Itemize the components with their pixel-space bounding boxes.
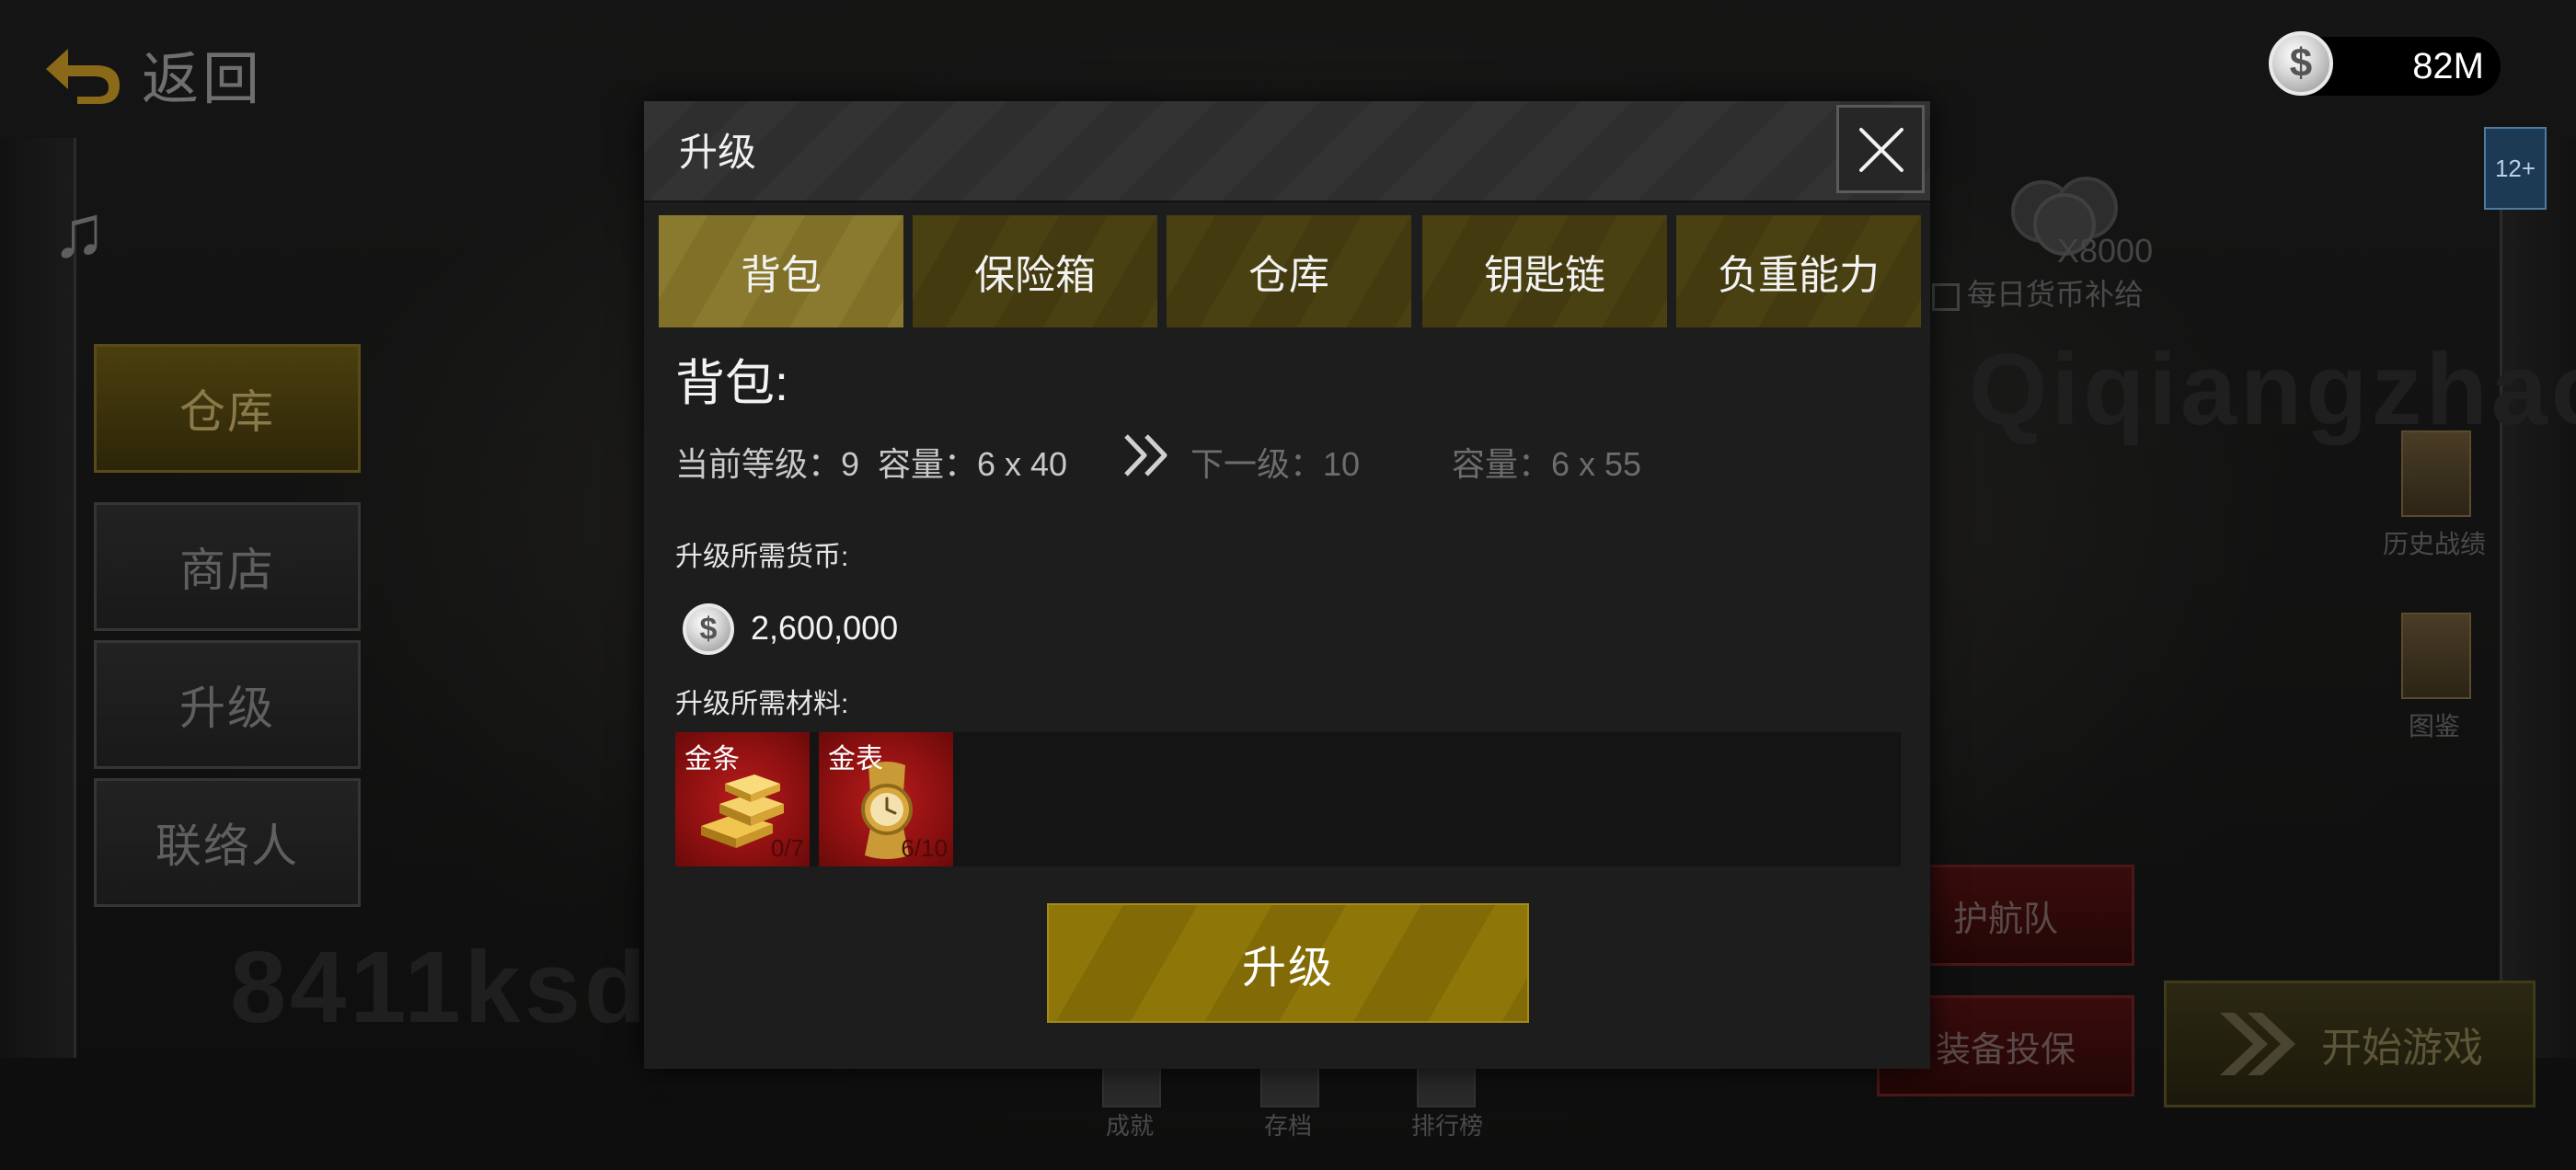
history-label: 历史战绩	[2383, 530, 2487, 558]
tab-carry-capacity[interactable]: 负重能力	[1676, 215, 1921, 327]
catalog-label: 图鉴	[2409, 712, 2461, 740]
current-capacity: 容量：6 x 40	[878, 445, 1068, 483]
back-arrow-icon	[46, 49, 120, 104]
video-icon	[1932, 282, 1960, 311]
side-menu-label: 商店	[179, 545, 275, 596]
side-menu-label: 联络人	[155, 820, 299, 872]
tab-label: 仓库	[1248, 253, 1329, 298]
current-level: 当前等级：9	[675, 445, 860, 483]
tab-warehouse[interactable]: 仓库	[1167, 215, 1411, 327]
tab-safe-box[interactable]: 保险箱	[913, 215, 1157, 327]
section-title: 背包:	[675, 356, 789, 411]
tab-keychain[interactable]: 钥匙链	[1422, 215, 1667, 327]
tab-label: 负重能力	[1718, 253, 1880, 298]
upgrade-cost: 2,600,000	[751, 609, 899, 647]
tab-label: 钥匙链	[1484, 253, 1605, 298]
side-menu-shop[interactable]: 商店	[94, 502, 361, 631]
upgrade-button-label: 升级	[1241, 944, 1334, 992]
tab-label: 保险箱	[974, 253, 1096, 298]
material-name: 金表	[828, 744, 883, 774]
next-level: 下一级：10	[1190, 445, 1361, 483]
right-frame-decoration	[2500, 138, 2576, 1058]
catalog-scroll-icon[interactable]	[2401, 613, 2471, 699]
side-menu-contacts[interactable]: 联络人	[94, 778, 361, 907]
dialog-header: 升级	[644, 101, 1930, 202]
required-currency-label: 升级所需货币:	[675, 542, 849, 572]
age-rating-badge: 12+	[2484, 127, 2547, 210]
music-icon[interactable]: ♫	[52, 195, 107, 269]
dialog-title: 升级	[679, 131, 757, 174]
history-scroll-icon[interactable]	[2401, 430, 2471, 517]
bottom-nav-saves[interactable]: 存档	[1264, 1107, 1312, 1141]
next-capacity: 容量：6 x 55	[1452, 445, 1642, 483]
coin-icon: $	[2269, 31, 2333, 96]
side-menu-warehouse[interactable]: 仓库	[94, 344, 361, 473]
upgrade-button[interactable]: 升级	[1047, 903, 1529, 1023]
currency-total: 82M	[2412, 45, 2484, 86]
tab-backpack[interactable]: 背包	[659, 215, 903, 327]
daily-coin-count: X8000	[2057, 232, 2154, 270]
coin-icon: $	[683, 603, 734, 655]
close-button[interactable]	[1836, 105, 1925, 193]
material-count: 0/7	[770, 834, 804, 862]
double-arrow-icon	[1124, 434, 1167, 476]
required-materials-label: 升级所需材料:	[675, 689, 849, 719]
daily-coin-supply-button[interactable]: 每日货币补给	[1932, 271, 2144, 314]
back-button[interactable]: 返回	[40, 37, 263, 111]
tab-label: 背包	[741, 253, 822, 298]
left-frame-decoration	[0, 138, 76, 1058]
player-name-faded: Qiqiangzhaob	[1969, 333, 2576, 446]
close-icon	[1859, 128, 1903, 172]
side-menu-upgrade[interactable]: 升级	[94, 640, 361, 769]
side-menu-label: 升级	[179, 682, 275, 734]
bottom-nav-leaderboard[interactable]: 排行榜	[1411, 1107, 1483, 1141]
material-name: 金条	[684, 744, 740, 774]
back-label: 返回	[142, 48, 264, 111]
double-chevron-icon	[2220, 1013, 2295, 1075]
material-slot-gold-bar[interactable]: 金条 0/7	[675, 732, 810, 866]
bottom-nav-achievements[interactable]: 成就	[1106, 1107, 1154, 1141]
side-menu-label: 仓库	[179, 386, 275, 438]
upgrade-dialog: 升级 背包 保险箱 仓库 钥匙链 负重能力 背包: 当前等级：9 容量：6 x …	[644, 101, 1930, 1069]
start-game-button[interactable]: 开始游戏	[2164, 981, 2536, 1107]
material-slot-gold-watch[interactable]: 金表 6/10	[819, 732, 953, 866]
material-count: 6/10	[901, 834, 948, 862]
